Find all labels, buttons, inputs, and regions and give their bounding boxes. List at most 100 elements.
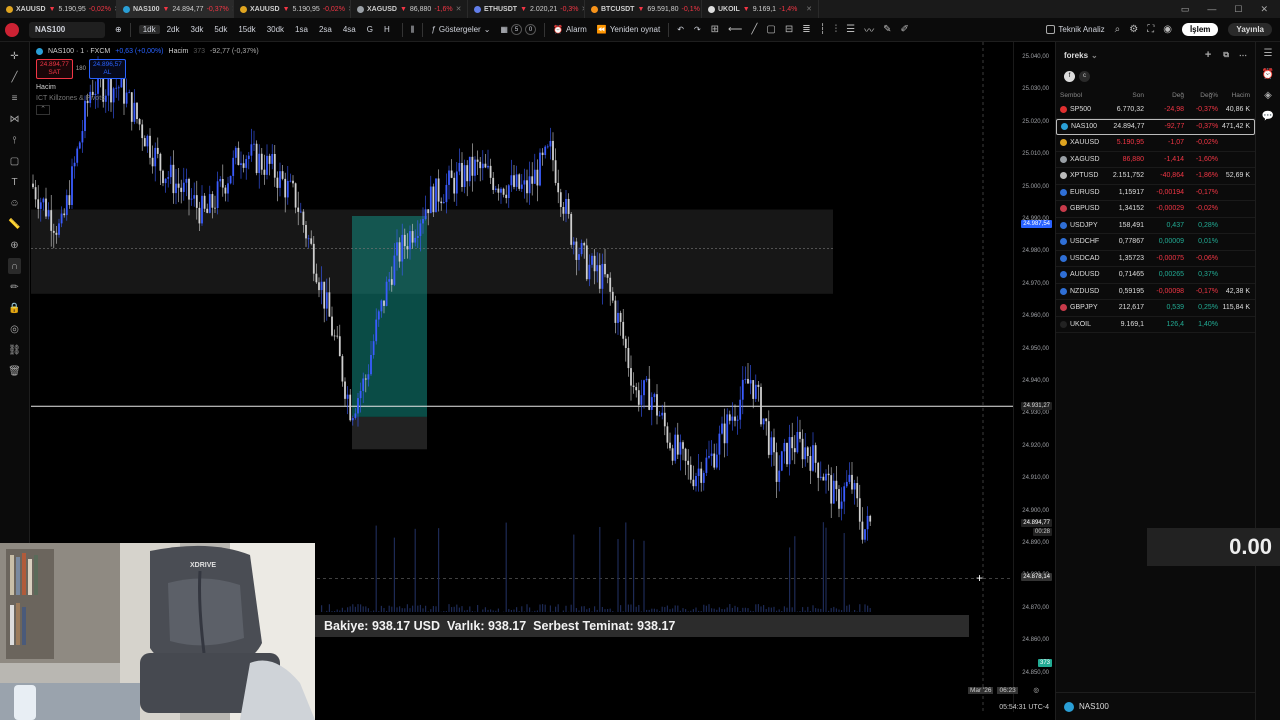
price-axis[interactable]: 25.040,00 25.030,00 25.020,00 25.010,00 25.0… bbox=[1013, 42, 1055, 712]
trendline-icon[interactable]: ╱ bbox=[751, 24, 757, 35]
alarm-button[interactable]: ⏰ Alarm bbox=[548, 18, 592, 42]
compare-button[interactable]: ⊕ bbox=[110, 18, 127, 42]
tab-close-icon[interactable]: ✕ bbox=[456, 5, 462, 13]
vline-icon[interactable]: ┆ bbox=[820, 24, 826, 35]
watchlist-row[interactable]: NZDUSD 0,59195 -0,00098 -0,17% 42,38 K bbox=[1056, 284, 1255, 300]
watchlist-col-header[interactable]: Sembol bbox=[1060, 92, 1106, 99]
watchlist-col-header[interactable]: Son bbox=[1106, 92, 1144, 99]
indicator-label[interactable]: ICT Killzones & Pivots bbox=[36, 95, 259, 102]
user-menu[interactable] bbox=[0, 18, 24, 42]
brush-icon[interactable]: ✎ bbox=[883, 24, 891, 35]
browser-tab[interactable]: NAS100▼24.894,77-0,37%✕ bbox=[117, 0, 234, 18]
volume-indicator-label[interactable]: Hacim bbox=[36, 84, 259, 91]
pen-icon[interactable]: ✐ bbox=[901, 24, 909, 35]
icon-tool-icon[interactable]: ☺ bbox=[9, 195, 19, 211]
watchlist-row[interactable]: SP500 6.770,32 -24,98 -0,37% 40,86 K bbox=[1056, 102, 1255, 119]
more-icon[interactable]: ⋯ bbox=[1239, 51, 1247, 60]
replay-button[interactable]: ⏪ Yeniden oynat bbox=[592, 18, 665, 42]
tab-close-icon[interactable]: ✕ bbox=[806, 5, 812, 13]
timeframe-6[interactable]: 1sa bbox=[291, 25, 312, 34]
pip-icon[interactable]: ▭ bbox=[1181, 4, 1190, 15]
watchlist-col-header[interactable]: Hacim bbox=[1218, 92, 1250, 99]
publish-button[interactable]: Yayınla bbox=[1228, 23, 1272, 36]
add-symbol-icon[interactable]: + bbox=[1205, 49, 1211, 61]
templates-button[interactable]: ▦ 5 0 bbox=[495, 18, 541, 42]
timeframe-10[interactable]: H bbox=[380, 25, 394, 34]
trade-button[interactable]: İşlem bbox=[1181, 23, 1219, 36]
pattern-tool-icon[interactable]: ⋈ bbox=[10, 111, 20, 127]
search-icon[interactable]: ⌕ bbox=[1115, 24, 1121, 35]
redo-button[interactable]: ↷ bbox=[689, 18, 706, 42]
timeframe-5[interactable]: 30dk bbox=[263, 25, 288, 34]
chart-type-button[interactable]: ⫼ bbox=[406, 18, 420, 42]
draw-mode-icon[interactable]: ✏ bbox=[10, 279, 18, 295]
list-icon[interactable]: ☰ bbox=[846, 24, 855, 35]
watchlist-row[interactable]: USDCHF 0,77867 0,00009 0,01% bbox=[1056, 234, 1255, 251]
watchlist-row[interactable]: XAGUSD 86,880 -1,414 -1,60% bbox=[1056, 152, 1255, 168]
clock-utc[interactable]: 05:54:31 UTC-4 bbox=[999, 704, 1049, 711]
fib-icon[interactable]: ≣ bbox=[802, 24, 810, 35]
collapse-legend-button[interactable]: ⌃ bbox=[36, 105, 50, 115]
watchlist-row[interactable]: USDJPY 158,491 0,437 0,28% bbox=[1056, 218, 1255, 234]
timeframe-9[interactable]: G bbox=[363, 25, 377, 34]
eye-icon[interactable]: ◎ bbox=[10, 321, 19, 337]
table-icon[interactable]: ⊞ bbox=[711, 24, 719, 35]
chat-icon[interactable]: 💬 bbox=[1262, 111, 1274, 122]
forecast-tool-icon[interactable]: ⫯ bbox=[12, 132, 16, 148]
watchlist-row[interactable]: XAUUSD 5.190,95 -1,07 -0,02% bbox=[1056, 135, 1255, 152]
layers-icon[interactable]: ◈ bbox=[1264, 90, 1272, 101]
browser-tab[interactable]: XAGUSD ▼ 86,880 -1,6% ✕ bbox=[351, 0, 468, 18]
indicators-button[interactable]: ƒ Göstergeler ⌄ bbox=[426, 18, 495, 42]
zoom-icon[interactable]: ⊕ bbox=[10, 237, 18, 253]
magnet-icon[interactable]: ∩ bbox=[7, 258, 22, 274]
fullscreen-icon[interactable]: ⛶ bbox=[1147, 24, 1154, 35]
buy-button[interactable]: 24.896,57 AL bbox=[88, 59, 126, 79]
watchlist-row[interactable]: XPTUSD 2.151,752 -40,864 -1,86% 52,69 K bbox=[1056, 168, 1255, 185]
minimize-icon[interactable]: — bbox=[1207, 4, 1216, 15]
alerts-icon[interactable]: ⏰ bbox=[1262, 69, 1274, 80]
timeframe-2[interactable]: 3dk bbox=[187, 25, 208, 34]
lock-icon[interactable]: 🔒 bbox=[8, 300, 20, 316]
timeframe-8[interactable]: 4sa bbox=[339, 25, 360, 34]
filter-f-icon[interactable]: f bbox=[1064, 70, 1075, 82]
filter-c-icon[interactable]: c bbox=[1079, 70, 1090, 82]
symbol-search[interactable]: NAS100 bbox=[29, 21, 105, 38]
watchlist-row[interactable]: NAS100 24.894,77 -92,77 -0,37% 471,42 K bbox=[1056, 118, 1255, 135]
fib-tool-icon[interactable]: ≡ bbox=[12, 90, 18, 106]
timeframe-4[interactable]: 15dk bbox=[234, 25, 259, 34]
timeframe-1[interactable]: 2dk bbox=[163, 25, 184, 34]
position-icon[interactable]: ⫶ bbox=[835, 24, 838, 35]
layout-icon[interactable]: ⊟ bbox=[785, 24, 793, 35]
watchlist-row[interactable]: GBPJPY 212,617 0,539 0,25% 115,84 K bbox=[1056, 300, 1255, 317]
browser-tab[interactable]: UKOIL ▼ 9.169,1 -1,4% ✕ bbox=[702, 0, 819, 18]
timeframe-3[interactable]: 5dk bbox=[210, 25, 231, 34]
camera-icon[interactable]: ◉ bbox=[1163, 24, 1172, 35]
watchlist-row[interactable]: GBPUSD 1,34152 -0,00029 -0,02% bbox=[1056, 201, 1255, 218]
watchlist-row[interactable]: UKOIL 9.169,1 126,4 1,40% bbox=[1056, 317, 1255, 333]
watchlist-icon[interactable]: ☰ bbox=[1264, 48, 1273, 59]
watchlist-col-header[interactable]: Değ bbox=[1144, 92, 1184, 99]
settings-icon[interactable]: ⚙ bbox=[1129, 24, 1138, 35]
link-icon[interactable]: ⛓ bbox=[8, 342, 21, 358]
maximize-icon[interactable]: ☐ bbox=[1234, 4, 1242, 15]
browser-tab[interactable]: XAUUSD▼5.190,95-0,02%✕ bbox=[234, 0, 351, 18]
crosshair-icon[interactable]: ✛ bbox=[10, 48, 18, 64]
line-tool-icon[interactable]: ╱ bbox=[11, 69, 17, 85]
close-icon[interactable]: ✕ bbox=[1260, 4, 1268, 15]
timeframe-0[interactable]: 1dk bbox=[138, 25, 160, 34]
rectangle-icon[interactable]: ▢ bbox=[766, 24, 775, 35]
avatar[interactable] bbox=[5, 22, 19, 37]
watchlist-name[interactable]: foreks bbox=[1064, 51, 1088, 60]
watchlist-footer[interactable]: NAS100 bbox=[1056, 692, 1256, 720]
path-icon[interactable]: 〰 bbox=[864, 22, 874, 37]
browser-tab[interactable]: XAUUSD▼5.190,95-0,02%✕ bbox=[0, 0, 117, 18]
undo-button[interactable]: ↶ bbox=[672, 18, 689, 42]
text-tool-icon[interactable]: T bbox=[11, 174, 17, 190]
browser-tab[interactable]: ETHUSDT▼2.020,21-0,3%✕ bbox=[468, 0, 585, 18]
watchlist-col-header[interactable]: Değ% bbox=[1184, 92, 1218, 99]
hline-icon[interactable]: ⟵ bbox=[728, 24, 742, 35]
tech-analysis-toggle[interactable]: Teknik Analiz bbox=[1041, 18, 1109, 42]
sell-button[interactable]: 24.894,77 SAT bbox=[36, 59, 73, 79]
ruler-icon[interactable]: 📏 bbox=[8, 216, 20, 232]
shape-tool-icon[interactable]: ▢ bbox=[10, 153, 19, 169]
